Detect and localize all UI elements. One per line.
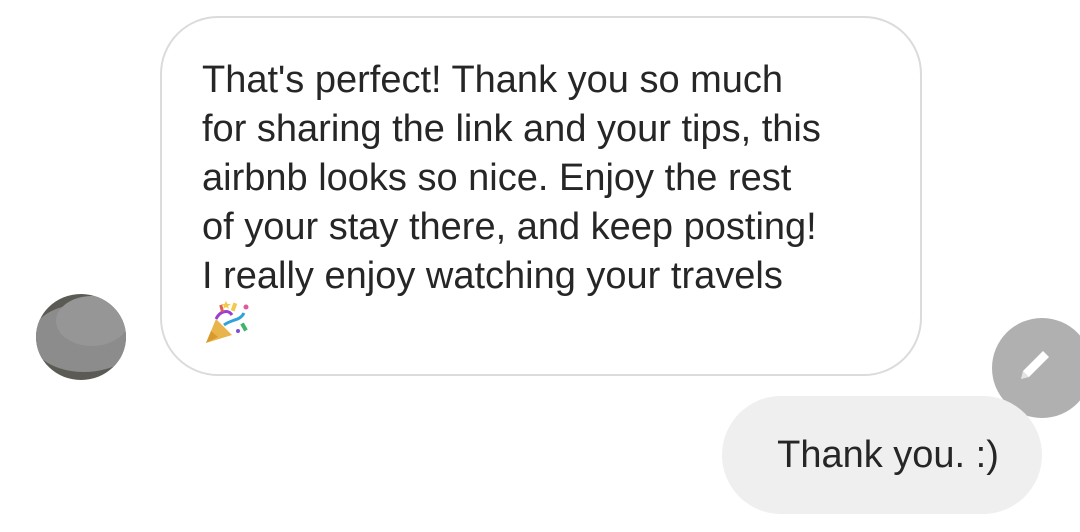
received-message-text: That's perfect! Thank you so much for sh… <box>202 59 821 297</box>
avatar-blur-overlay-top <box>56 296 126 346</box>
sender-avatar[interactable] <box>36 294 126 380</box>
sent-message-bubble[interactable]: Thank you. :) <box>722 396 1042 514</box>
sent-message-text: Thank you. :) <box>777 433 999 476</box>
received-message-bubble[interactable]: That's perfect! Thank you so much for sh… <box>160 16 922 376</box>
chat-thread: That's perfect! Thank you so much for sh… <box>0 0 1080 532</box>
party-popper-icon <box>202 301 252 345</box>
pencil-icon <box>1021 347 1055 390</box>
